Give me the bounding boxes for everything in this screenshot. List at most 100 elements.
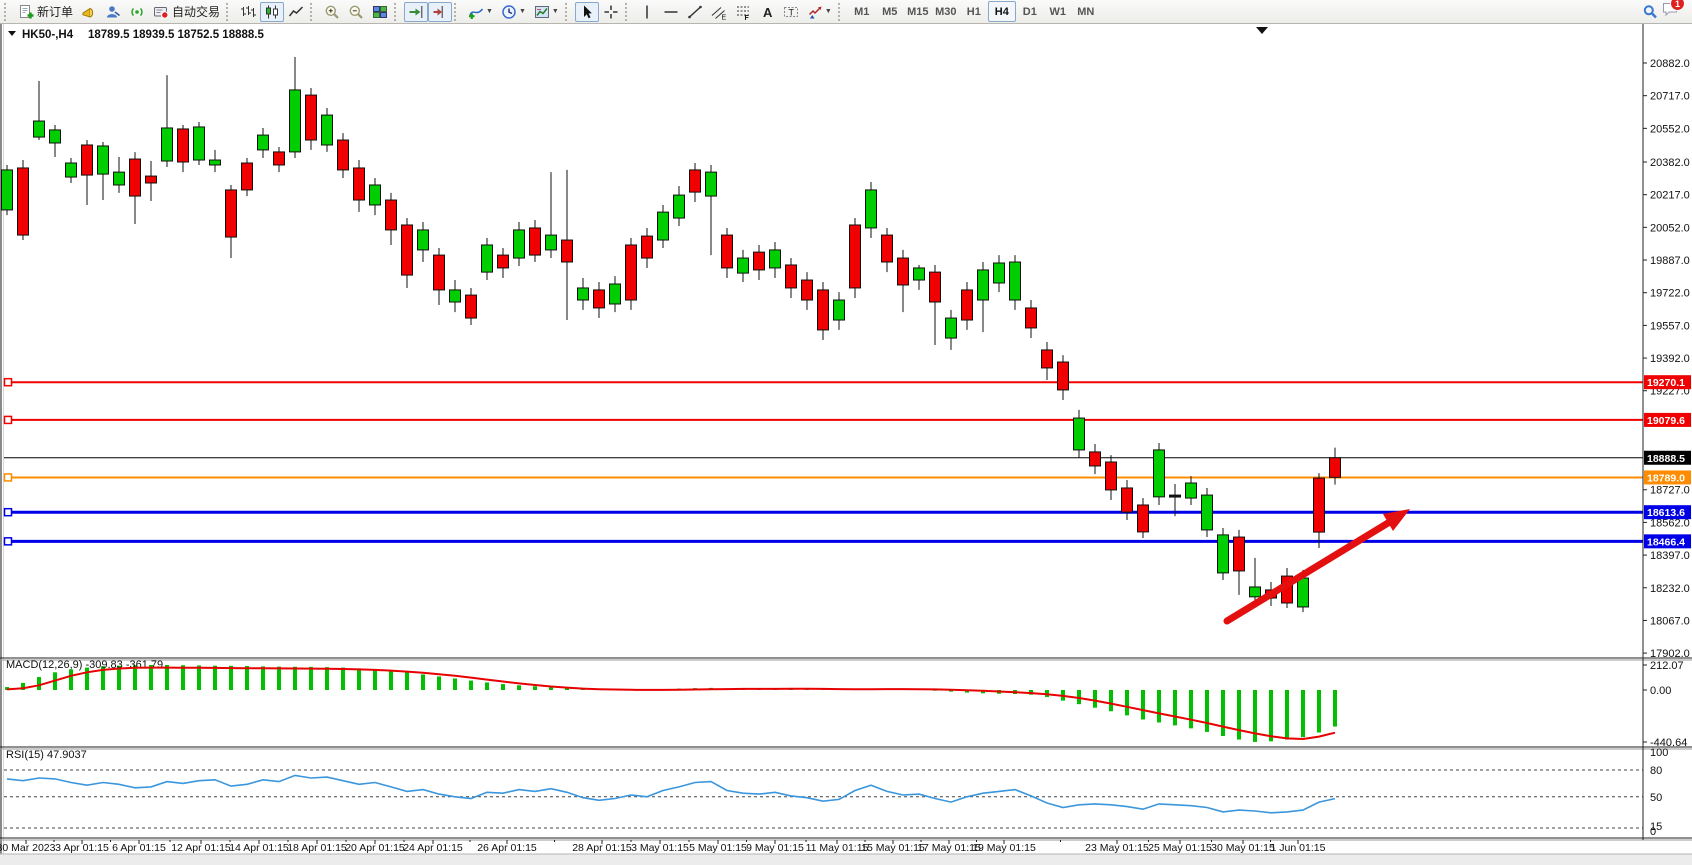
candle-body bbox=[498, 255, 509, 268]
arrows-tool-button[interactable]: ▼ bbox=[803, 2, 836, 22]
market-horn-button[interactable] bbox=[77, 2, 101, 22]
candle-body bbox=[274, 152, 285, 165]
candles-icon bbox=[264, 4, 280, 20]
candle-body bbox=[50, 130, 61, 143]
bar-chart-mode-button[interactable] bbox=[236, 2, 260, 22]
channel-tool-button[interactable]: E bbox=[707, 2, 731, 22]
timeframe-h1-button[interactable]: H1 bbox=[960, 1, 988, 22]
candle-body bbox=[1010, 262, 1021, 300]
candle-body bbox=[818, 290, 829, 330]
price-badge-label: 18888.5 bbox=[1647, 453, 1685, 465]
timeframe-m5-button[interactable]: M5 bbox=[876, 1, 904, 22]
chevron-down-icon: ▼ bbox=[825, 8, 832, 15]
candle-body bbox=[514, 230, 525, 258]
crosshair-tool-button[interactable] bbox=[599, 2, 623, 22]
timeframe-w1-button[interactable]: W1 bbox=[1044, 1, 1072, 22]
candle-chart-mode-button[interactable] bbox=[260, 2, 284, 22]
vline-icon bbox=[639, 4, 655, 20]
price-tick-label: 18397.0 bbox=[1650, 550, 1690, 562]
text-tool-button[interactable]: A bbox=[755, 2, 779, 22]
auto-scroll-button[interactable] bbox=[404, 2, 428, 22]
shift-icon bbox=[432, 4, 448, 20]
chart-area[interactable]: MACD(12,26,9) -309.83 -361.79212.070.00-… bbox=[0, 0, 1692, 865]
date-tick-label: 20 Apr 01:15 bbox=[345, 842, 405, 854]
fibonacci-tool-button[interactable]: F bbox=[731, 2, 755, 22]
candle-body bbox=[1138, 505, 1149, 532]
zoom-in-button[interactable] bbox=[320, 2, 344, 22]
toolbar-grip[interactable] bbox=[838, 3, 844, 21]
candle-body bbox=[178, 129, 189, 162]
vertical-line-tool-button[interactable] bbox=[635, 2, 659, 22]
trend-line-handle[interactable] bbox=[5, 474, 12, 481]
toolbar-grip[interactable] bbox=[394, 3, 400, 21]
trend-line-handle[interactable] bbox=[5, 538, 12, 545]
notifications-button[interactable]: 1 bbox=[1662, 1, 1678, 22]
symbol-title[interactable]: HK50-,H418789.5 18939.5 18752.5 18888.5 bbox=[8, 29, 264, 41]
candle-body bbox=[18, 168, 29, 235]
timeframe-m1-button[interactable]: M1 bbox=[848, 1, 876, 22]
candle-body bbox=[386, 200, 397, 230]
candle-body bbox=[850, 225, 861, 288]
candle-body bbox=[242, 163, 253, 190]
toolbar-grip[interactable] bbox=[565, 3, 571, 21]
toolbar-grip[interactable] bbox=[226, 3, 232, 21]
trendline-tool-button[interactable] bbox=[683, 2, 707, 22]
candle-body bbox=[226, 190, 237, 237]
cursor-tool-button[interactable] bbox=[575, 2, 599, 22]
candle-body bbox=[802, 280, 813, 300]
macd-axis-label: 0.00 bbox=[1650, 685, 1671, 697]
toolbar-grip[interactable] bbox=[4, 3, 10, 21]
date-tick-label: 25 May 01:15 bbox=[1148, 842, 1212, 854]
candle-body bbox=[562, 240, 573, 262]
date-tick-label: 19 May 01:15 bbox=[972, 842, 1036, 854]
timeframe-m15-button[interactable]: M15 bbox=[904, 1, 932, 22]
timeframe-d1-button[interactable]: D1 bbox=[1016, 1, 1044, 22]
candle-body bbox=[162, 128, 173, 161]
line-chart-mode-button[interactable] bbox=[284, 2, 308, 22]
toolbar-grip[interactable] bbox=[454, 3, 460, 21]
candle-body bbox=[338, 140, 349, 170]
channel-icon: E bbox=[711, 4, 727, 20]
market-profile-button[interactable] bbox=[101, 2, 125, 22]
cursor-icon bbox=[579, 4, 595, 20]
zoom-out-button[interactable] bbox=[344, 2, 368, 22]
fibo-icon: F bbox=[735, 4, 751, 20]
toolbar-grip[interactable] bbox=[310, 3, 316, 21]
autotrading-label: 自动交易 bbox=[172, 3, 220, 20]
indicators-button[interactable]: ▼ bbox=[464, 2, 497, 22]
person-icon bbox=[105, 4, 121, 20]
tile-windows-button[interactable] bbox=[368, 2, 392, 22]
texta-icon: A bbox=[759, 4, 775, 20]
new-order-button[interactable]: 新订单 bbox=[14, 2, 77, 22]
trend-line-handle[interactable] bbox=[5, 509, 12, 516]
autotrading-button[interactable]: 自动交易 bbox=[149, 2, 224, 22]
price-tick-label: 18727.0 bbox=[1650, 485, 1690, 497]
trend-line-handle[interactable] bbox=[5, 379, 12, 386]
timeframe-m30-button[interactable]: M30 bbox=[932, 1, 960, 22]
toolbar-grip[interactable] bbox=[625, 3, 631, 21]
bars-icon bbox=[240, 4, 256, 20]
timeframe-h4-button[interactable]: H4 bbox=[988, 1, 1016, 22]
label-tool-button[interactable]: T bbox=[779, 2, 803, 22]
candle-body bbox=[1106, 462, 1117, 490]
periods-button[interactable]: ▼ bbox=[497, 2, 530, 22]
svg-text:E: E bbox=[721, 14, 726, 20]
autotrade-icon bbox=[153, 4, 169, 20]
search-button[interactable] bbox=[1638, 2, 1662, 22]
candle-body bbox=[402, 225, 413, 275]
date-tick-label: 24 Apr 01:15 bbox=[403, 842, 463, 854]
horizontal-line-tool-button[interactable] bbox=[659, 2, 683, 22]
templates-button[interactable]: ▼ bbox=[530, 2, 563, 22]
tline-icon bbox=[687, 4, 703, 20]
price-badge-label: 18466.4 bbox=[1647, 536, 1685, 548]
template-icon bbox=[534, 4, 550, 20]
candle-body bbox=[258, 135, 269, 150]
candle-body bbox=[1058, 362, 1069, 390]
signals-button[interactable] bbox=[125, 2, 149, 22]
candle-body bbox=[594, 290, 605, 308]
trend-line-handle[interactable] bbox=[5, 416, 12, 423]
chart-shift-button[interactable] bbox=[428, 2, 452, 22]
date-axis[interactable]: 30 Mar 20233 Apr 01:156 Apr 01:1512 Apr … bbox=[0, 840, 1326, 854]
timeframe-mn-button[interactable]: MN bbox=[1072, 1, 1100, 22]
price-tick-label: 20552.0 bbox=[1650, 123, 1690, 135]
